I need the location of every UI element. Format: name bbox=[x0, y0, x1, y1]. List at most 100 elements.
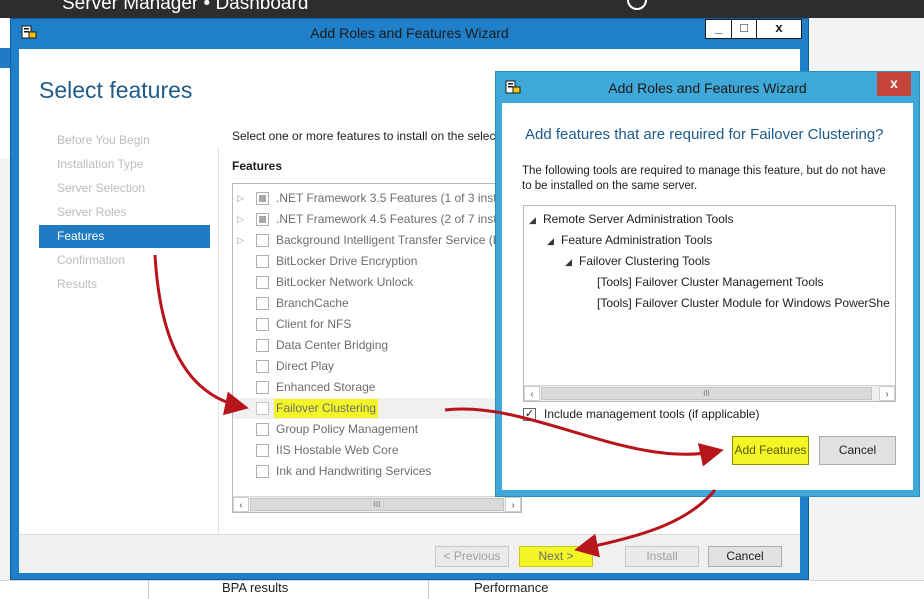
include-management-tools-label: Include management tools (if applicable) bbox=[544, 407, 760, 421]
feature-checkbox[interactable] bbox=[256, 465, 269, 478]
dialog-cancel-button[interactable]: Cancel bbox=[819, 436, 896, 465]
feature-row[interactable]: ▷ Background Intelligent Transfer Servic… bbox=[233, 230, 521, 251]
feature-row[interactable]: Direct Play bbox=[233, 356, 521, 377]
refresh-icon[interactable] bbox=[627, 0, 647, 10]
feature-checkbox[interactable] bbox=[256, 192, 269, 205]
tree-node[interactable]: [Tools] Failover Cluster Module for Wind… bbox=[597, 293, 890, 314]
feature-checkbox[interactable] bbox=[256, 402, 269, 415]
step-before-you-begin: Before You Begin bbox=[57, 133, 150, 147]
scroll-right-icon[interactable]: › bbox=[505, 497, 521, 512]
scroll-thumb[interactable]: III bbox=[541, 387, 872, 400]
feature-label: BranchCache bbox=[276, 296, 349, 310]
feature-row[interactable]: Group Policy Management bbox=[233, 419, 521, 440]
feature-checkbox[interactable] bbox=[256, 339, 269, 352]
performance-link[interactable]: Performance bbox=[474, 580, 548, 595]
dialog-description: The following tools are required to mana… bbox=[522, 165, 886, 192]
feature-label: Background Intelligent Transfer Service … bbox=[276, 233, 501, 247]
feature-checkbox[interactable] bbox=[256, 318, 269, 331]
previous-button[interactable]: < Previous bbox=[435, 546, 509, 567]
tree-node-label: Failover Clustering Tools bbox=[579, 254, 711, 268]
feature-row[interactable]: Enhanced Storage bbox=[233, 377, 521, 398]
step-results: Results bbox=[57, 277, 98, 291]
tree-node-label: Feature Administration Tools bbox=[561, 233, 713, 247]
feature-row[interactable]: Client for NFS bbox=[233, 314, 521, 335]
tree-node[interactable]: ◢ Remote Server Administration Tools bbox=[529, 209, 734, 230]
page-title: Select features bbox=[39, 77, 193, 103]
bpa-results-link[interactable]: BPA results bbox=[222, 580, 288, 595]
dialog-heading: Add features that are required for Failo… bbox=[525, 126, 884, 143]
feature-checkbox[interactable] bbox=[256, 423, 269, 436]
feature-label: Ink and Handwriting Services bbox=[276, 464, 432, 478]
step-installation-type: Installation Type bbox=[57, 157, 144, 171]
required-tools-tree[interactable]: ◢ Remote Server Administration Tools ◢ Fea… bbox=[523, 205, 896, 402]
scroll-thumb[interactable]: III bbox=[250, 498, 504, 511]
scroll-right-icon[interactable]: › bbox=[879, 386, 895, 401]
add-features-button[interactable]: Add Features bbox=[732, 436, 809, 465]
server-manager-titlebar: Server Manager • Dashboard bbox=[0, 0, 924, 18]
feature-label: .NET Framework 3.5 Features (1 of 3 inst… bbox=[276, 191, 504, 205]
main-wizard-titlebar[interactable]: Add Roles and Features Wizard _ □ x bbox=[11, 19, 808, 49]
add-features-dialog: Add Roles and Features Wizard x Add feat… bbox=[495, 71, 920, 497]
include-management-tools-checkbox[interactable]: ✓ bbox=[523, 408, 536, 421]
feature-checkbox[interactable] bbox=[256, 213, 269, 226]
expand-arrow-icon[interactable]: ▷ bbox=[237, 188, 245, 209]
feature-checkbox[interactable] bbox=[256, 297, 269, 310]
feature-checkbox[interactable] bbox=[256, 255, 269, 268]
feature-checkbox[interactable] bbox=[256, 360, 269, 373]
feature-label: Data Center Bridging bbox=[276, 338, 389, 352]
features-label: Features bbox=[232, 159, 283, 173]
minimize-button[interactable]: _ bbox=[705, 19, 732, 39]
dialog-body: Add features that are required for Failo… bbox=[502, 103, 913, 490]
feature-row[interactable]: Ink and Handwriting Services bbox=[233, 461, 521, 482]
step-confirmation: Confirmation bbox=[57, 253, 126, 267]
wizard-footer: < Previous Next > Install Cancel bbox=[19, 534, 800, 573]
horizontal-scrollbar[interactable]: ‹ III › bbox=[233, 496, 521, 512]
feature-row[interactable]: IIS Hostable Web Core bbox=[233, 440, 521, 461]
maximize-button[interactable]: □ bbox=[731, 19, 757, 39]
scroll-left-icon[interactable]: ‹ bbox=[233, 497, 249, 512]
tree-node[interactable]: ◢ Feature Administration Tools bbox=[547, 230, 712, 251]
main-wizard-title: Add Roles and Features Wizard bbox=[310, 25, 509, 41]
horizontal-scrollbar[interactable]: ‹ III › bbox=[524, 385, 895, 401]
tree-node[interactable]: [Tools] Failover Cluster Management Tool… bbox=[597, 272, 824, 293]
feature-label: BitLocker Network Unlock bbox=[276, 275, 414, 289]
collapse-triangle-icon[interactable]: ◢ bbox=[529, 210, 543, 231]
feature-checkbox[interactable] bbox=[256, 444, 269, 457]
expand-arrow-icon[interactable]: ▷ bbox=[237, 209, 245, 230]
server-manager-bottom-panel bbox=[0, 580, 924, 599]
feature-label: BitLocker Drive Encryption bbox=[276, 254, 418, 268]
tree-node[interactable]: ◢ Failover Clustering Tools bbox=[565, 251, 710, 272]
divider bbox=[218, 147, 219, 537]
feature-label: .NET Framework 4.5 Features (2 of 7 inst… bbox=[276, 212, 504, 226]
collapse-triangle-icon[interactable]: ◢ bbox=[547, 231, 561, 252]
feature-row[interactable]: ▷ .NET Framework 4.5 Features (2 of 7 in… bbox=[233, 209, 521, 230]
step-features[interactable]: Features bbox=[39, 225, 210, 248]
feature-row[interactable]: BranchCache bbox=[233, 293, 521, 314]
feature-row[interactable]: BitLocker Network Unlock bbox=[233, 272, 521, 293]
feature-label: Group Policy Management bbox=[276, 422, 419, 436]
feature-checkbox[interactable] bbox=[256, 381, 269, 394]
feature-label: IIS Hostable Web Core bbox=[276, 443, 399, 457]
cancel-button[interactable]: Cancel bbox=[708, 546, 782, 567]
instructions-text: Select one or more features to install o… bbox=[232, 129, 496, 143]
expand-arrow-icon[interactable]: ▷ bbox=[237, 230, 245, 251]
feature-label: Direct Play bbox=[276, 359, 335, 373]
feature-row[interactable]: Data Center Bridging bbox=[233, 335, 521, 356]
features-list[interactable]: ▷ .NET Framework 3.5 Features (1 of 3 in… bbox=[232, 183, 522, 513]
next-button[interactable]: Next > bbox=[519, 546, 593, 567]
feature-label: Enhanced Storage bbox=[276, 380, 376, 394]
dialog-close-button[interactable]: x bbox=[877, 72, 911, 96]
feature-row[interactable]: ▷ .NET Framework 3.5 Features (1 of 3 in… bbox=[233, 188, 521, 209]
step-server-roles: Server Roles bbox=[57, 205, 127, 219]
install-button[interactable]: Install bbox=[625, 546, 699, 567]
collapse-triangle-icon[interactable]: ◢ bbox=[565, 252, 579, 273]
scroll-left-icon[interactable]: ‹ bbox=[524, 386, 540, 401]
feature-row-failover-clustering[interactable]: Failover Clustering bbox=[233, 398, 521, 419]
tree-node-label: Remote Server Administration Tools bbox=[543, 212, 734, 226]
tree-node-label: [Tools] Failover Cluster Module for Wind… bbox=[597, 296, 890, 310]
feature-checkbox[interactable] bbox=[256, 276, 269, 289]
feature-row[interactable]: BitLocker Drive Encryption bbox=[233, 251, 521, 272]
feature-checkbox[interactable] bbox=[256, 234, 269, 247]
server-manager-title: Server Manager • Dashboard bbox=[62, 0, 309, 14]
close-button[interactable]: x bbox=[756, 19, 802, 39]
